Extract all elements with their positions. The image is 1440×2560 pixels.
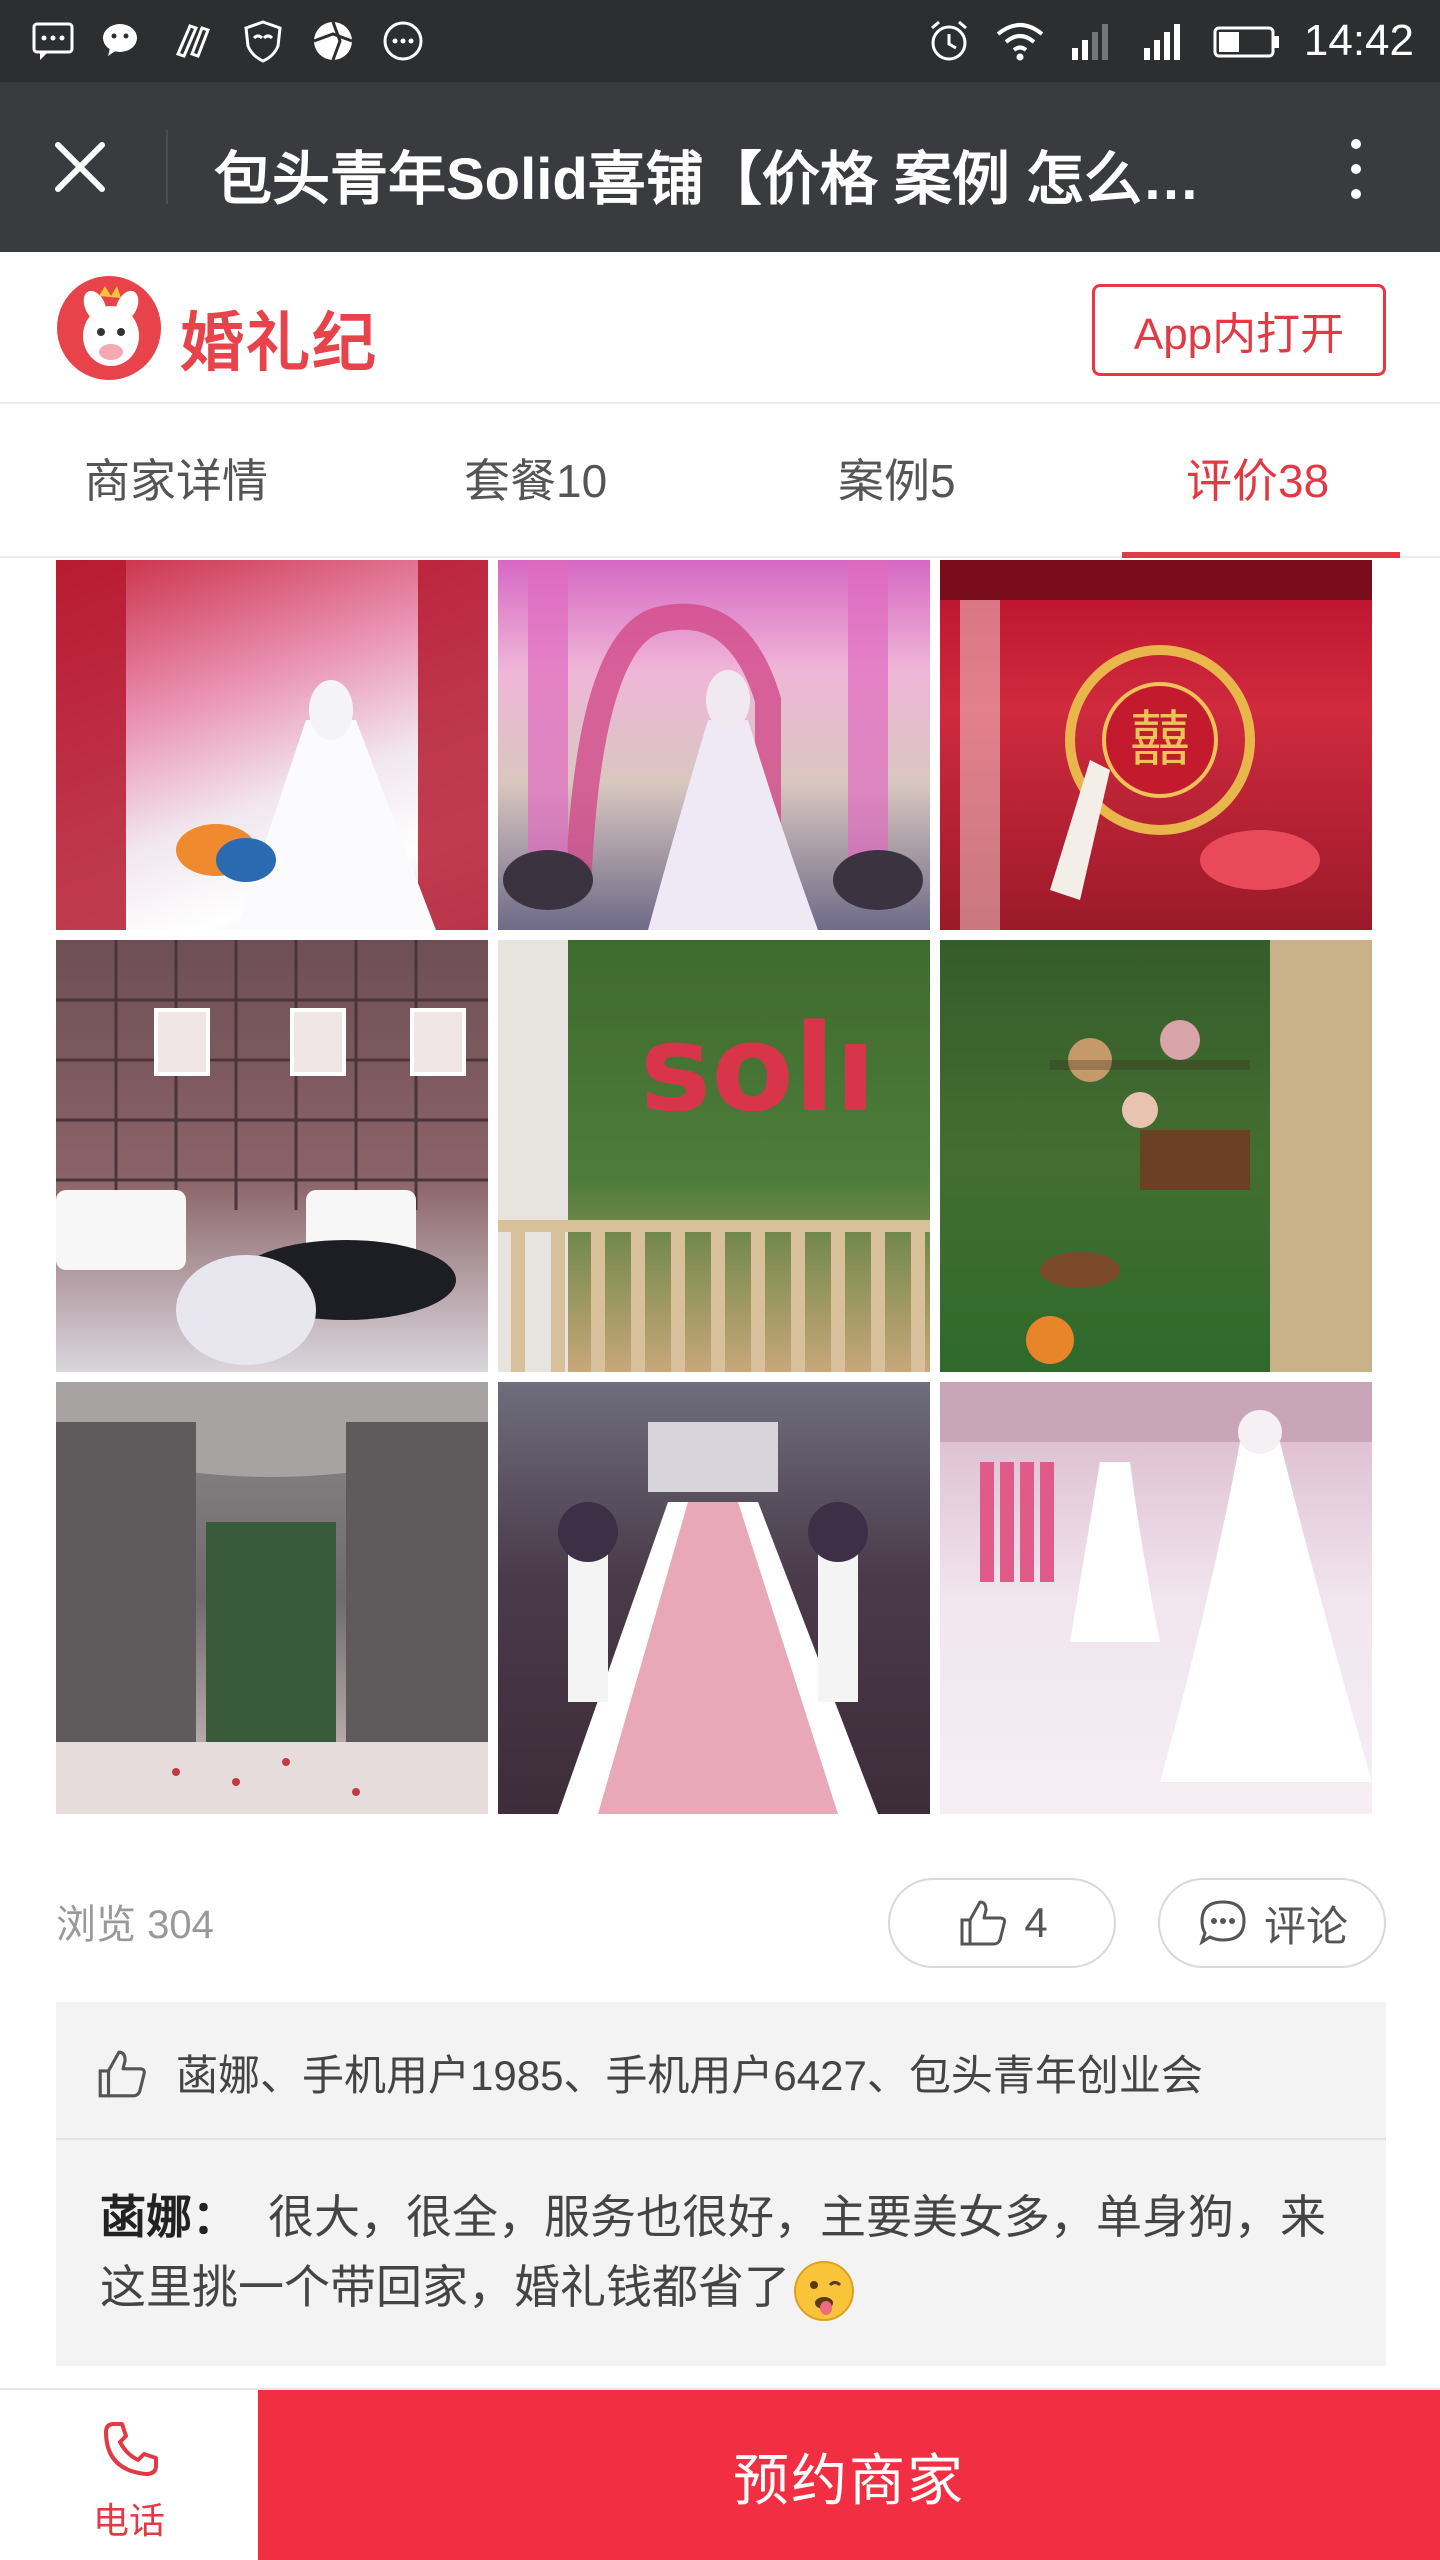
brand-header: 婚礼纪 App内打开 <box>0 252 1440 404</box>
book-merchant-button[interactable]: 预约商家 <box>258 2390 1440 2560</box>
comment-label: 评论 <box>1263 1902 1348 1950</box>
comment-item: 菡娜： 很大，很全，服务也很好，主要美女多，单身狗，来这里挑一个带回家，婚礼钱都省… <box>100 2182 1360 2323</box>
photo-1[interactable] <box>56 560 488 930</box>
like-button[interactable]: 4 <box>888 1878 1116 1968</box>
close-icon[interactable] <box>50 137 110 197</box>
browser-title-bar: 包头青年Solid喜铺【价格 案例 怎么… <box>0 82 1440 252</box>
tongue-wink-emoji-icon <box>794 2260 854 2321</box>
signal-icon <box>1143 24 1180 60</box>
photo-5[interactable]: solı <box>498 940 930 1372</box>
open-in-app-button[interactable]: App内打开 <box>1092 284 1386 376</box>
page-title: 包头青年Solid喜铺【价格 案例 怎么… <box>214 147 1201 212</box>
thumbs-up-icon <box>960 1900 1007 1946</box>
notification-icons <box>30 18 426 64</box>
phone-label: 电话 <box>92 2500 165 2541</box>
poker-icon <box>175 24 210 58</box>
status-bar: 14:42 <box>0 0 1440 82</box>
signal-icon <box>1071 24 1108 60</box>
photo-6[interactable] <box>940 940 1372 1372</box>
photo-9[interactable] <box>940 1382 1372 1814</box>
photo-3[interactable]: 囍 <box>940 560 1372 930</box>
merchant-tabs: 商家详情 套餐10 案例5 评价38 <box>0 404 1440 558</box>
system-indicators: 14:42 <box>926 10 1414 72</box>
bottom-action-bar: 电话 预约商家 <box>0 2388 1440 2560</box>
tab-packages[interactable]: 套餐10 <box>464 404 607 558</box>
wechat-icon <box>103 24 137 56</box>
comment-bubble-icon <box>1199 1900 1246 1946</box>
photo-8[interactable] <box>498 1382 930 1814</box>
svg-text:solı: solı <box>640 1000 876 1139</box>
comment-text: 很大，很全，服务也很好，主要美女多，单身狗，来这里挑一个带回家，婚礼钱都省了 <box>100 2191 1326 2313</box>
thumbs-up-icon <box>98 2050 146 2098</box>
message-icon <box>32 22 74 60</box>
liked-by-names: 菡娜、手机用户1985、手机用户6427、包头青年创业会 <box>176 2052 1203 2099</box>
svg-text:囍: 囍 <box>1130 705 1190 775</box>
photo-4[interactable] <box>56 940 488 1372</box>
active-tab-indicator <box>1122 552 1400 558</box>
more-dots-icon <box>383 21 423 61</box>
likes-row: 菡娜、手机用户1985、手机用户6427、包头青年创业会 <box>56 2002 1386 2140</box>
brand-logo-icon[interactable] <box>55 274 163 382</box>
like-count: 4 <box>1024 1899 1048 1946</box>
tab-cases[interactable]: 案例5 <box>838 404 956 558</box>
shield-icon <box>244 20 282 63</box>
title-divider <box>166 130 168 204</box>
more-options-icon[interactable] <box>1336 134 1376 204</box>
battery-icon <box>1213 26 1279 58</box>
comment-author[interactable]: 菡娜： <box>100 2191 238 2243</box>
comment-button[interactable]: 评论 <box>1158 1878 1386 1968</box>
photo-7[interactable] <box>56 1382 488 1814</box>
phone-button[interactable]: 电话 <box>0 2390 258 2560</box>
clock: 14:42 <box>1303 16 1414 65</box>
aperture-icon <box>313 21 353 61</box>
review-feedback-box: 菡娜、手机用户1985、手机用户6427、包头青年创业会 菡娜： 很大，很全，服务… <box>56 2002 1386 2366</box>
phone-icon <box>104 2422 158 2476</box>
brand-name: 婚礼纪 <box>180 307 378 379</box>
tab-merchant-details[interactable]: 商家详情 <box>84 404 268 558</box>
tab-reviews[interactable]: 评价38 <box>1186 404 1329 558</box>
review-photo-gallery: 囍 solı <box>56 560 1372 1814</box>
photo-2[interactable] <box>498 560 930 930</box>
alarm-icon <box>930 20 967 61</box>
wifi-icon <box>996 23 1044 61</box>
view-count: 浏览 304 <box>56 1903 214 1947</box>
